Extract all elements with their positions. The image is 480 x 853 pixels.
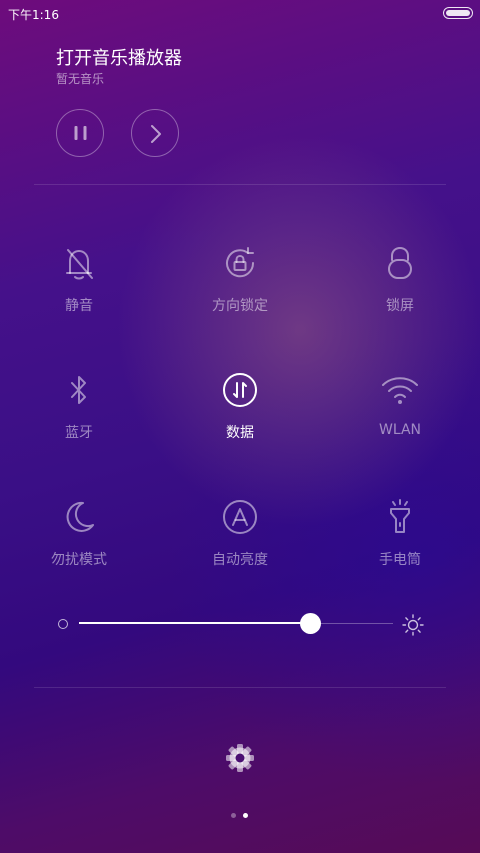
gear-icon[interactable] (225, 743, 255, 773)
divider-top (34, 184, 446, 185)
brightness-low-icon (58, 619, 68, 629)
toggle-label: 自动亮度 (212, 552, 268, 568)
music-status: 暂无音乐 (56, 72, 105, 86)
toggle-rotation-lock[interactable]: 方向锁定 (170, 243, 310, 333)
page-indicator-dot-2 (243, 813, 248, 818)
bluetooth-icon (71, 376, 86, 404)
status-bar: 下午1:16 (0, 0, 480, 26)
wifi-icon (382, 377, 418, 404)
toggle-mute[interactable]: 静音 (9, 243, 149, 333)
toggle-label: 静音 (65, 298, 93, 314)
toggle-label: 手电筒 (379, 552, 421, 568)
toggle-do-not-disturb[interactable]: 勿扰模式 (9, 497, 149, 587)
next-button[interactable] (131, 109, 179, 157)
brightness-slider-knob[interactable] (300, 613, 321, 634)
status-time: 下午1:16 (8, 8, 59, 22)
toggle-flashlight[interactable]: 手电筒 (330, 497, 470, 587)
lock-icon (388, 247, 412, 279)
toggle-label: 锁屏 (386, 298, 414, 314)
pause-icon (74, 126, 87, 140)
brightness-high-icon (402, 614, 424, 636)
mobile-data-icon (223, 373, 257, 407)
toggle-label: 蓝牙 (65, 425, 93, 441)
toggle-lock-screen[interactable]: 锁屏 (330, 243, 470, 333)
next-icon (151, 125, 161, 143)
toggle-bluetooth[interactable]: 蓝牙 (9, 370, 149, 460)
toggle-mobile-data[interactable]: 数据 (170, 370, 310, 460)
toggle-wlan[interactable]: WLAN (330, 370, 470, 460)
rotation-lock-icon (226, 247, 255, 278)
battery-icon (443, 7, 473, 19)
divider-bottom (34, 687, 446, 688)
brightness-slider-filled[interactable] (79, 622, 311, 624)
toggle-label: 勿扰模式 (51, 552, 107, 568)
moon-icon (66, 501, 94, 532)
brightness-slider-remaining[interactable] (311, 622, 393, 624)
music-player-title[interactable]: 打开音乐播放器 (56, 44, 182, 70)
toggle-auto-brightness[interactable]: 自动亮度 (170, 497, 310, 587)
bell-off-icon (66, 249, 93, 280)
flashlight-icon (390, 499, 410, 533)
page-indicator-dot-1 (231, 813, 236, 818)
toggle-label: 方向锁定 (212, 298, 268, 314)
toggle-label: 数据 (226, 425, 254, 441)
pause-button[interactable] (56, 109, 104, 157)
toggle-label: WLAN (378, 422, 421, 438)
auto-brightness-icon (223, 500, 257, 534)
